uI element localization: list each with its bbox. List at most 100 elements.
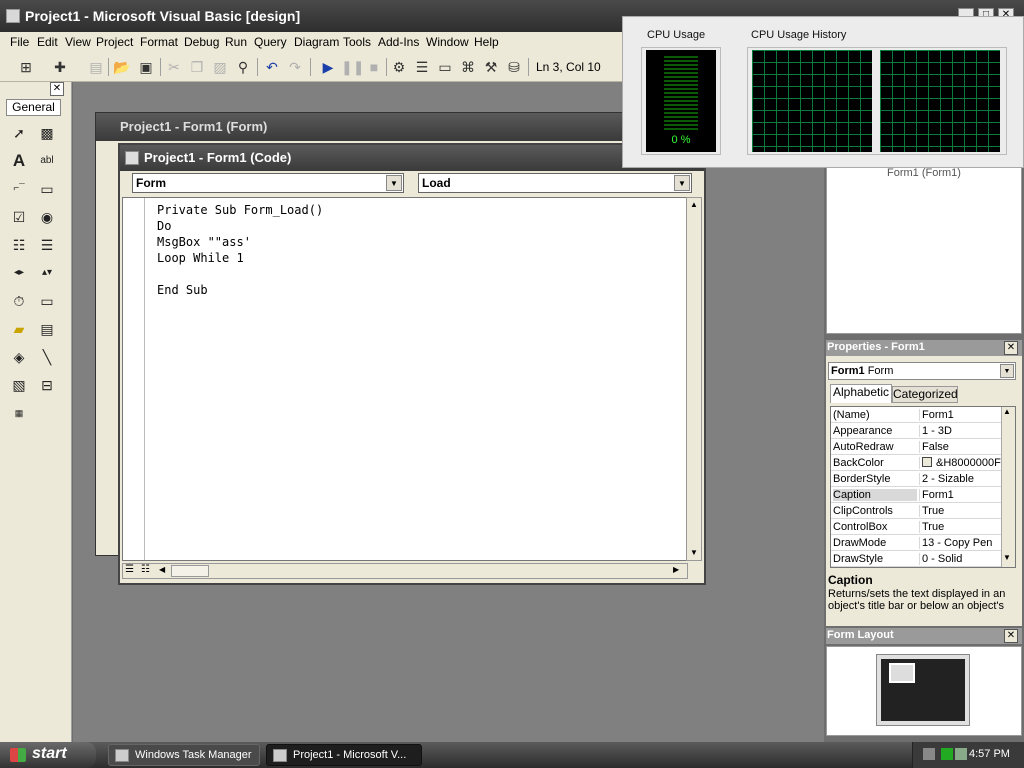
property-row[interactable]: BorderStyle 2 - Sizable bbox=[831, 471, 1001, 487]
property-value[interactable]: &H8000000F bbox=[919, 457, 1001, 469]
menu-window[interactable]: Window bbox=[426, 35, 469, 49]
menu-editor-icon[interactable]: ▤ bbox=[86, 57, 106, 77]
scroll-up-icon[interactable]: ▲ bbox=[687, 198, 701, 212]
code-window-title-bar[interactable]: Project1 - Form1 (Code) bbox=[120, 145, 704, 171]
pointer-tool-icon[interactable]: ➚ bbox=[8, 122, 30, 144]
menu-file[interactable]: File bbox=[10, 35, 29, 49]
chevron-down-icon[interactable]: ▼ bbox=[386, 175, 402, 191]
project-explorer-icon[interactable]: ⚙ bbox=[389, 57, 409, 77]
picturebox-tool-icon[interactable]: ▩ bbox=[36, 122, 58, 144]
form-layout-icon[interactable]: ▭ bbox=[435, 57, 455, 77]
property-value[interactable]: 2 - Sizable bbox=[919, 473, 1001, 485]
open-icon[interactable]: 📂 bbox=[112, 57, 132, 77]
property-row[interactable]: ClipControls True bbox=[831, 503, 1001, 519]
form-position-preview[interactable] bbox=[889, 663, 915, 683]
line-tool-icon[interactable]: ╲ bbox=[36, 346, 58, 368]
properties-window-icon[interactable]: ☰ bbox=[412, 57, 432, 77]
cpu-tray-icon[interactable] bbox=[941, 748, 953, 760]
menu-view[interactable]: View bbox=[65, 35, 91, 49]
menu-format[interactable]: Format bbox=[140, 35, 178, 49]
image-tool-icon[interactable]: ▧ bbox=[8, 374, 30, 396]
scroll-right-icon[interactable]: ▶ bbox=[673, 565, 679, 574]
clock[interactable]: 4:57 PM bbox=[969, 748, 1010, 760]
drivelistbox-tool-icon[interactable]: ▭ bbox=[36, 290, 58, 312]
shape-tool-icon[interactable]: ◈ bbox=[8, 346, 30, 368]
scroll-left-icon[interactable]: ◀ bbox=[159, 565, 165, 574]
toolbox-close-button[interactable]: ✕ bbox=[50, 82, 64, 96]
start-icon[interactable]: ▶ bbox=[318, 57, 338, 77]
commandbutton-tool-icon[interactable]: ▭ bbox=[36, 178, 58, 200]
undo-icon[interactable]: ↶ bbox=[262, 57, 282, 77]
property-row[interactable]: ControlBox True bbox=[831, 519, 1001, 535]
property-row-selected[interactable]: Caption Form1 bbox=[831, 487, 1001, 503]
ole-tool-icon[interactable]: ▦ bbox=[8, 402, 30, 424]
code-editor[interactable]: Private Sub Form_Load() Do MsgBox ""ass'… bbox=[122, 197, 688, 561]
menu-add-ins[interactable]: Add-Ins bbox=[378, 35, 419, 49]
procedure-view-icon[interactable]: ☰ bbox=[125, 564, 134, 575]
chevron-down-icon[interactable]: ▼ bbox=[1000, 364, 1014, 378]
menu-help[interactable]: Help bbox=[474, 35, 499, 49]
property-value[interactable]: 0 - Solid bbox=[919, 553, 1001, 565]
code-horizontal-scrollbar[interactable]: ☰ ☷ ◀ ▶ bbox=[122, 563, 688, 579]
form-designer-title[interactable]: Project1 - Form1 (Form) bbox=[96, 113, 624, 141]
property-row[interactable]: (Name) Form1 bbox=[831, 407, 1001, 423]
copy-icon[interactable]: ❐ bbox=[187, 57, 207, 77]
code-vertical-scrollbar[interactable]: ▲ ▼ bbox=[686, 197, 702, 561]
properties-close-icon[interactable]: ✕ bbox=[1004, 341, 1018, 355]
object-browser-icon[interactable]: ⌘ bbox=[458, 57, 478, 77]
properties-title-bar[interactable]: Properties - Form1 bbox=[826, 340, 1022, 356]
dirlistbox-tool-icon[interactable]: ▰ bbox=[8, 318, 30, 340]
toolbox-general-tab[interactable]: General bbox=[6, 99, 61, 116]
save-icon[interactable]: ▣ bbox=[136, 57, 156, 77]
full-module-view-icon[interactable]: ☷ bbox=[141, 564, 150, 575]
start-button[interactable]: start bbox=[0, 742, 96, 768]
checkbox-tool-icon[interactable]: ☑ bbox=[8, 206, 30, 228]
property-value[interactable]: True bbox=[919, 505, 1001, 517]
break-icon[interactable]: ❚❚ bbox=[341, 57, 364, 77]
scroll-down-icon[interactable]: ▼ bbox=[1003, 553, 1011, 562]
menu-query[interactable]: Query bbox=[254, 35, 287, 49]
volume-icon[interactable] bbox=[955, 748, 967, 760]
keyboard-icon[interactable] bbox=[923, 748, 935, 760]
form-layout-close-icon[interactable]: ✕ bbox=[1004, 629, 1018, 643]
listbox-tool-icon[interactable]: ☰ bbox=[36, 234, 58, 256]
timer-tool-icon[interactable]: ⏱ bbox=[8, 290, 30, 312]
properties-scrollbar[interactable]: ▲ ▼ bbox=[1001, 407, 1015, 567]
redo-icon[interactable]: ↷ bbox=[285, 57, 305, 77]
project-tree-item[interactable]: Form1 (Form1) bbox=[887, 167, 961, 179]
task-visual-basic[interactable]: Project1 - Microsoft V... bbox=[266, 744, 422, 766]
menu-diagram[interactable]: Diagram bbox=[294, 35, 339, 49]
menu-debug[interactable]: Debug bbox=[184, 35, 219, 49]
property-row[interactable]: Appearance 1 - 3D bbox=[831, 423, 1001, 439]
find-icon[interactable]: ⚲ bbox=[233, 57, 253, 77]
properties-object-combo[interactable]: Form1 Form ▼ bbox=[828, 362, 1016, 380]
cut-icon[interactable]: ✂ bbox=[164, 57, 184, 77]
property-row[interactable]: BackColor &H8000000F bbox=[831, 455, 1001, 471]
horizontal-scroll-thumb[interactable] bbox=[171, 565, 209, 577]
property-value[interactable]: 1 - 3D bbox=[919, 425, 1001, 437]
paste-icon[interactable]: ▨ bbox=[210, 57, 230, 77]
property-value[interactable]: Form1 bbox=[919, 489, 1001, 501]
combobox-tool-icon[interactable]: ☷ bbox=[8, 234, 30, 256]
property-row[interactable]: AutoRedraw False bbox=[831, 439, 1001, 455]
textbox-tool-icon[interactable]: abl bbox=[36, 150, 58, 172]
add-project-icon[interactable]: ⊞ bbox=[16, 57, 36, 77]
property-row[interactable]: DrawMode 13 - Copy Pen bbox=[831, 535, 1001, 551]
code-text[interactable]: Private Sub Form_Load() Do MsgBox ""ass'… bbox=[157, 202, 323, 298]
object-combo[interactable]: Form ▼ bbox=[132, 173, 404, 193]
add-form-icon[interactable]: ✚ bbox=[50, 57, 70, 77]
menu-run[interactable]: Run bbox=[225, 35, 247, 49]
toolbox-icon[interactable]: ⚒ bbox=[481, 57, 501, 77]
label-tool-icon[interactable]: A bbox=[8, 150, 30, 172]
vscrollbar-tool-icon[interactable]: ▴▾ bbox=[36, 262, 58, 284]
data-view-icon[interactable]: ⛁ bbox=[504, 57, 524, 77]
task-windows-task-manager[interactable]: Windows Task Manager bbox=[108, 744, 260, 766]
tab-alphabetic[interactable]: Alphabetic bbox=[830, 384, 892, 403]
optionbutton-tool-icon[interactable]: ◉ bbox=[36, 206, 58, 228]
hscrollbar-tool-icon[interactable]: ◂▸ bbox=[8, 262, 30, 284]
property-value[interactable]: False bbox=[919, 441, 1001, 453]
menu-project[interactable]: Project bbox=[96, 35, 133, 49]
property-row[interactable]: DrawStyle 0 - Solid bbox=[831, 551, 1001, 567]
chevron-down-icon[interactable]: ▼ bbox=[674, 175, 690, 191]
menu-tools[interactable]: Tools bbox=[343, 35, 371, 49]
